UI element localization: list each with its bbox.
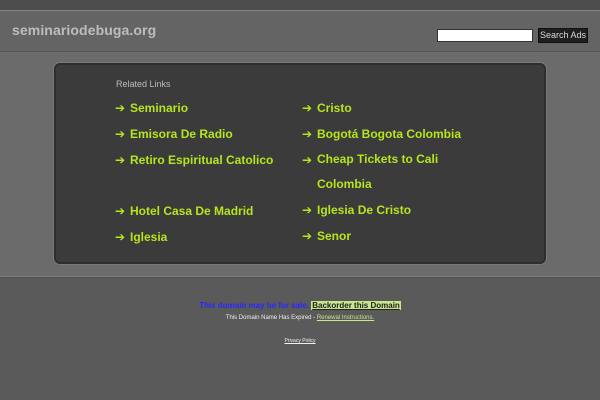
arrow-right-icon: ➔ <box>302 101 313 115</box>
related-link-label: Cristo <box>317 101 352 115</box>
related-link-emisora-de-radio[interactable]: ➔ Emisora De Radio <box>115 121 295 147</box>
arrow-right-icon: ➔ <box>115 230 126 244</box>
arrow-right-icon: ➔ <box>115 204 126 218</box>
related-link-label: Iglesia <box>130 230 168 244</box>
arrow-right-icon: ➔ <box>302 127 313 141</box>
search-input[interactable] <box>437 29 533 42</box>
expired-text: This Domain Name Has Expired - <box>225 315 317 321</box>
related-link-cristo[interactable]: ➔ Cristo <box>302 95 522 121</box>
related-link-retiro-espiritual[interactable]: ➔ Retiro Espiritual Catolico <box>115 147 295 173</box>
related-link-senor[interactable]: ➔ Senor <box>302 223 522 249</box>
backorder-link[interactable]: Backorder this Domain <box>311 301 401 310</box>
privacy-row: Privacy Policy <box>0 338 600 344</box>
related-link-label: Seminario <box>130 101 189 115</box>
site-name: seminariodebuga.org <box>12 22 157 38</box>
arrow-right-icon: ➔ <box>302 229 313 243</box>
related-links-panel: Related Links ➔ Seminario ➔ Emisora De R… <box>54 63 546 264</box>
top-bar: seminariodebuga.org Search Ads <box>0 0 600 52</box>
domain-expired-notice: This Domain Name Has Expired - Renewal I… <box>0 315 600 321</box>
related-link-cheap-tickets-cali[interactable]: ➔ Cheap Tickets to Cali Colombia <box>302 147 522 197</box>
related-link-label: Cheap Tickets to Cali Colombia <box>317 152 439 191</box>
arrow-right-icon: ➔ <box>115 127 126 141</box>
arrow-right-icon: ➔ <box>302 153 313 167</box>
privacy-policy-link[interactable]: Privacy Policy <box>284 338 315 344</box>
links-column-left: ➔ Seminario ➔ Emisora De Radio ➔ Retiro … <box>115 95 295 250</box>
footer: This domain may be for sale. Backorder t… <box>0 278 600 400</box>
arrow-right-icon: ➔ <box>115 101 126 115</box>
arrow-right-icon: ➔ <box>302 203 313 217</box>
links-column-right: ➔ Cristo ➔ Bogotá Bogota Colombia ➔ Chea… <box>302 95 522 249</box>
related-link-label: Emisora De Radio <box>130 127 233 141</box>
related-link-label: Bogotá Bogota Colombia <box>317 127 461 141</box>
related-link-label: Retiro Espiritual Catolico <box>130 153 274 167</box>
sale-text: This domain may be for sale. <box>199 301 309 310</box>
domain-sale-notice: This domain may be for sale. Backorder t… <box>0 301 600 310</box>
main-area: Related Links ➔ Seminario ➔ Emisora De R… <box>0 52 600 278</box>
related-link-hotel-casa-de-madrid[interactable]: ➔ Hotel Casa De Madrid <box>115 198 295 224</box>
related-link-iglesia[interactable]: ➔ Iglesia <box>115 224 295 250</box>
arrow-right-icon: ➔ <box>115 153 126 167</box>
related-link-label: Hotel Casa De Madrid <box>130 204 254 218</box>
related-link-bogota-colombia[interactable]: ➔ Bogotá Bogota Colombia <box>302 121 522 147</box>
related-link-iglesia-de-cristo[interactable]: ➔ Iglesia De Cristo <box>302 197 522 223</box>
related-link-label: Iglesia De Cristo <box>317 203 412 217</box>
renewal-instructions-link[interactable]: Renewal Instructions. <box>317 315 374 321</box>
related-link-label: Senor <box>317 229 352 243</box>
related-link-seminario[interactable]: ➔ Seminario <box>115 95 295 121</box>
search-ads-button[interactable]: Search Ads <box>538 28 588 43</box>
related-links-heading: Related Links <box>116 79 171 89</box>
